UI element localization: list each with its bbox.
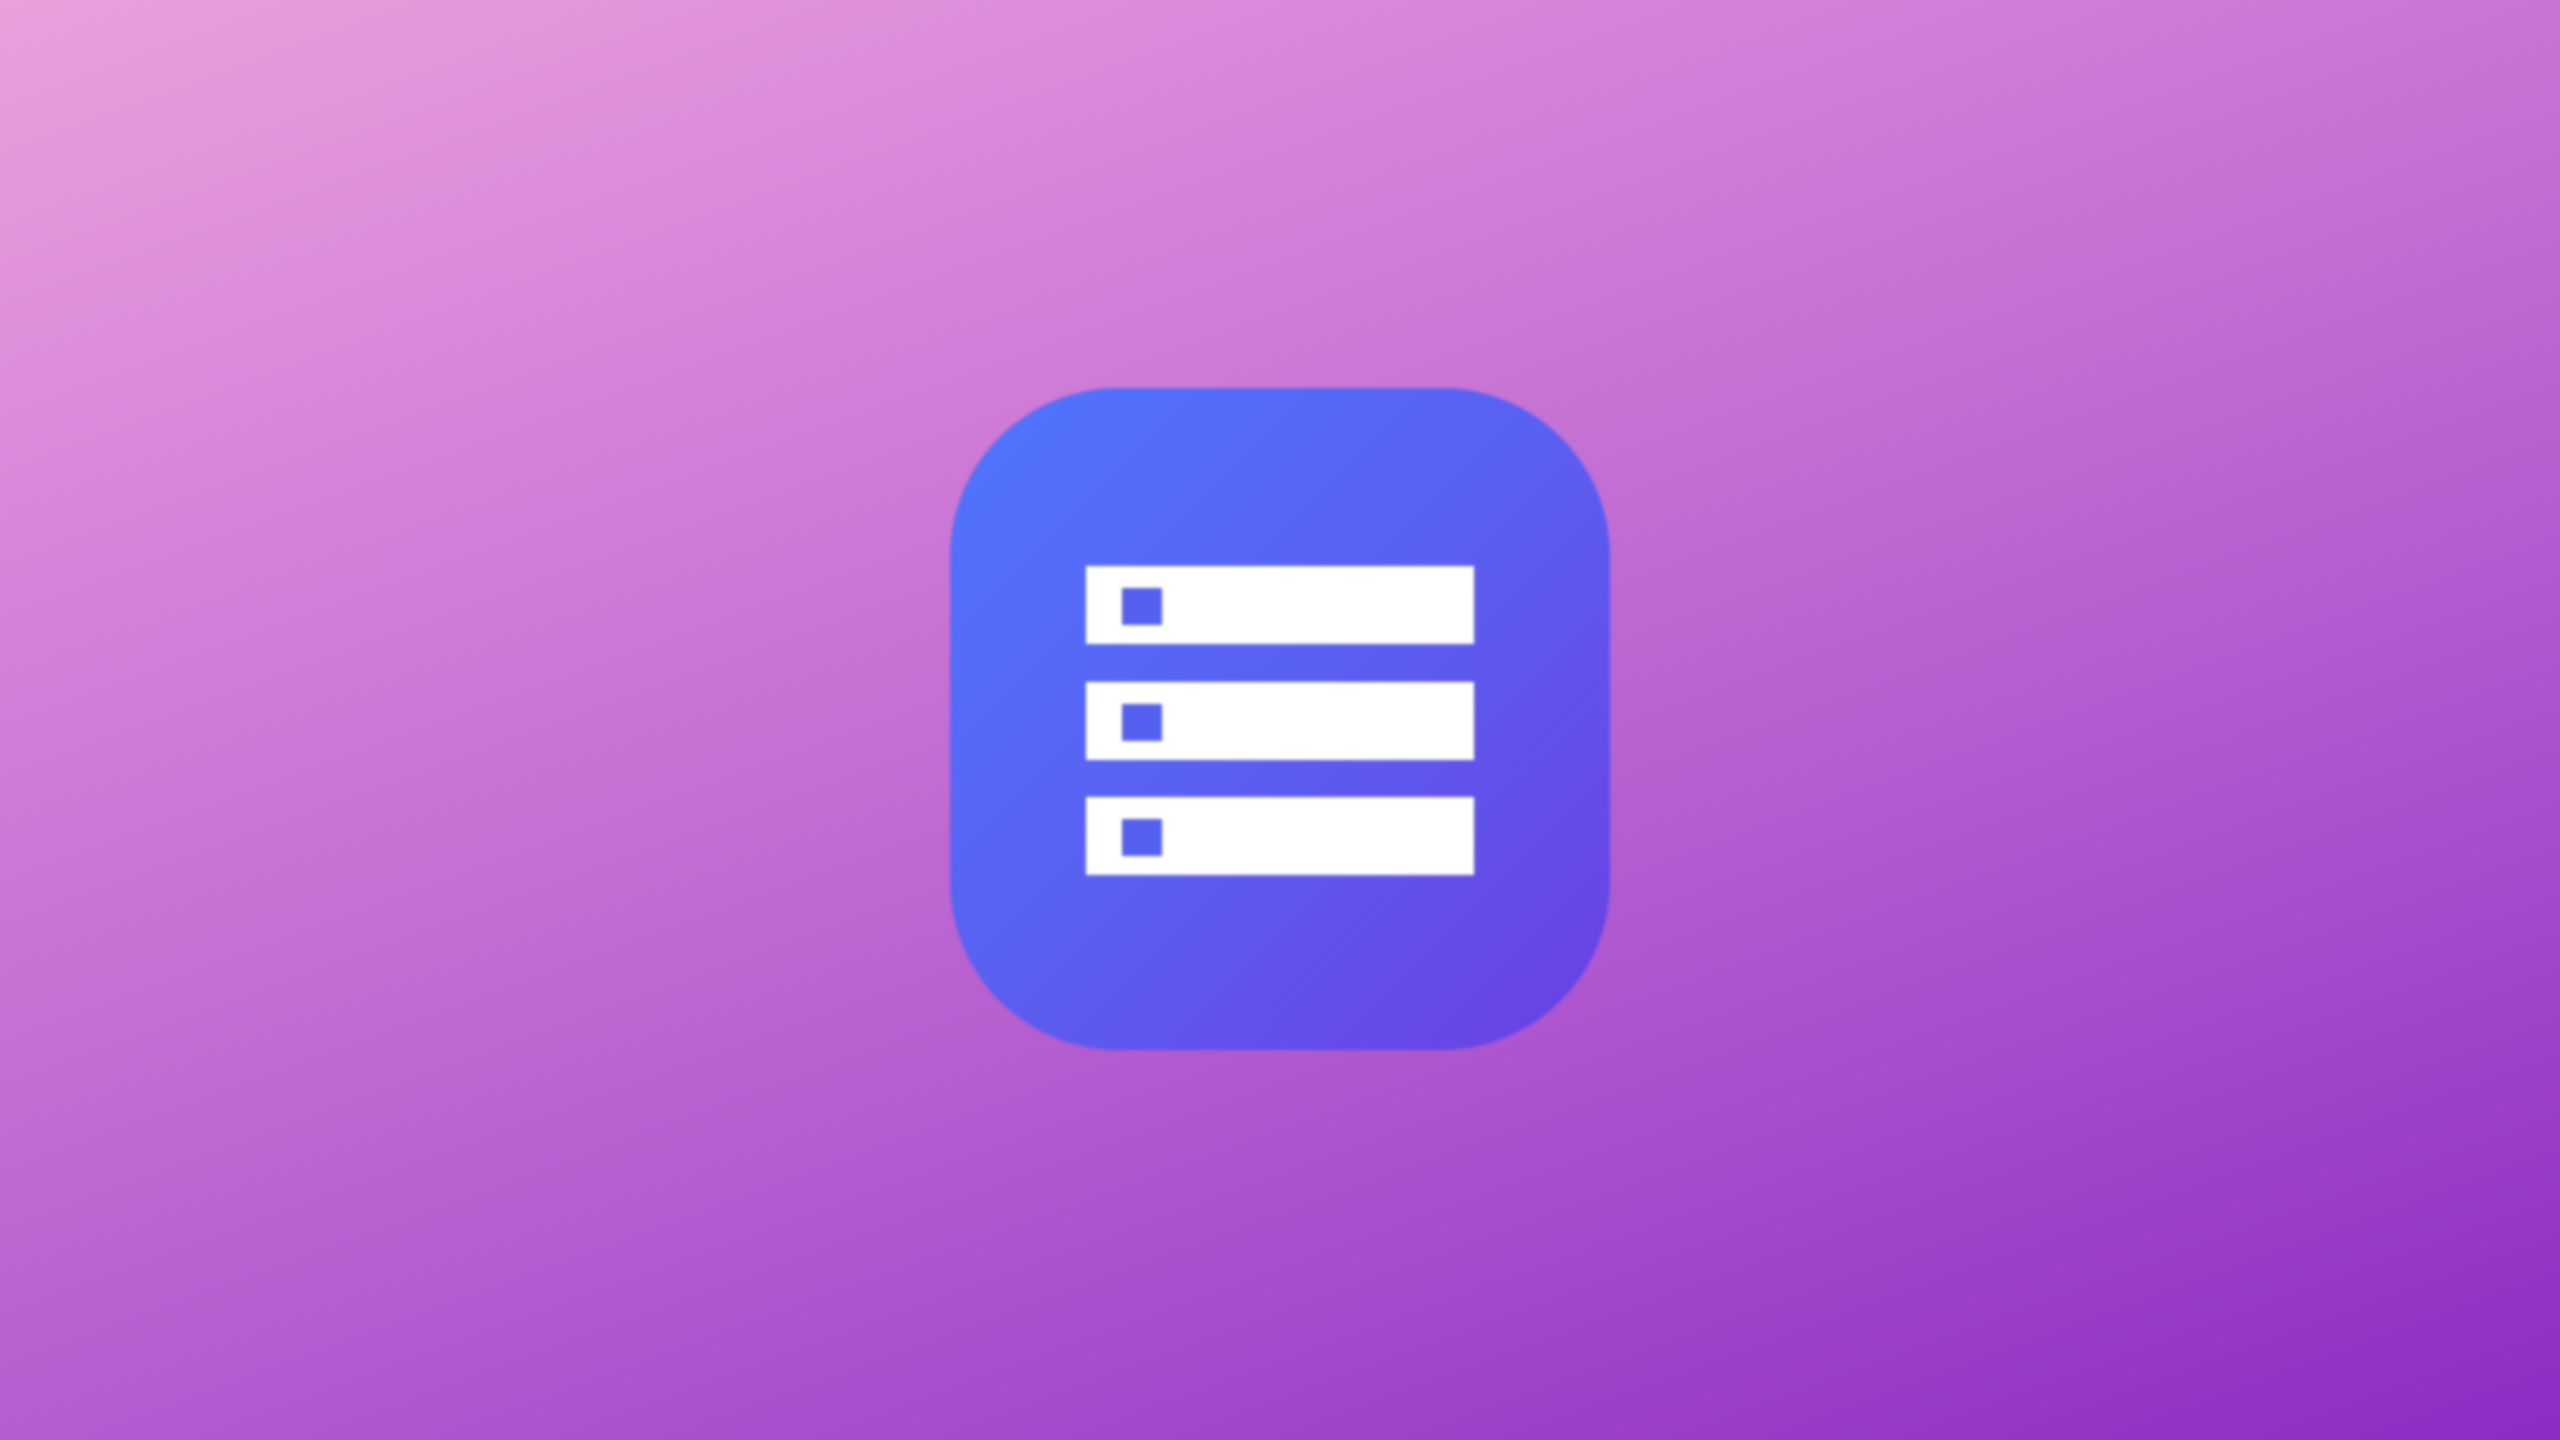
server-row (1086, 682, 1474, 760)
server-indicator (1122, 588, 1162, 625)
server-indicator (1122, 704, 1162, 741)
server-indicator (1122, 819, 1162, 856)
server-row (1086, 797, 1474, 875)
splash-screen (0, 0, 2560, 1440)
server-row (1086, 566, 1474, 644)
app-icon (950, 388, 1610, 1050)
server-stack-icon (1086, 566, 1474, 875)
